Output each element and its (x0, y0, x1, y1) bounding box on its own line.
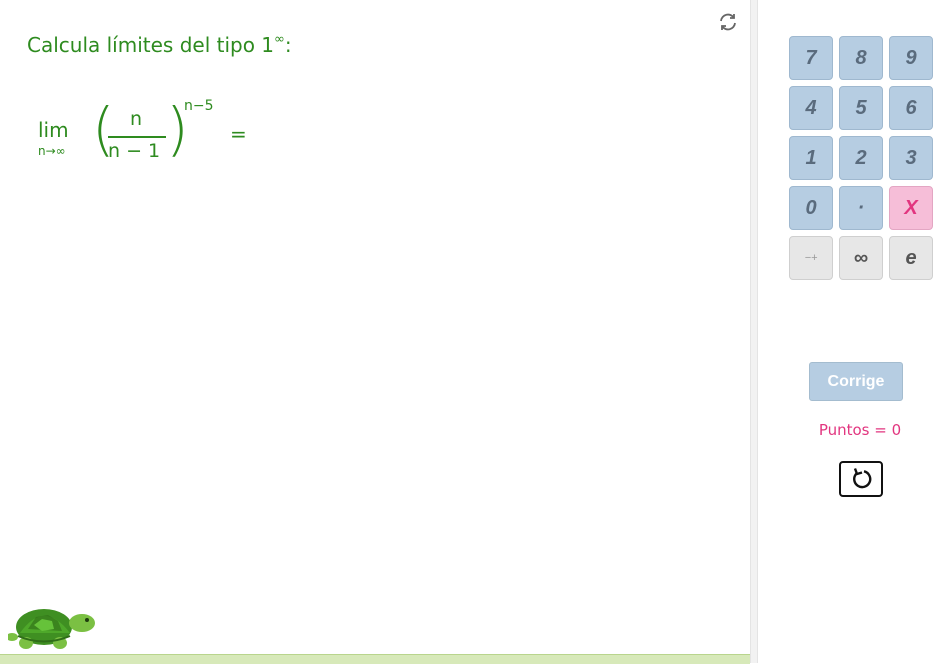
reset-button[interactable] (839, 461, 883, 497)
fraction-bar (108, 136, 166, 138)
exercise-prompt: Calcula límites del tipo 1∞: (27, 32, 292, 57)
lim-operator: lim (38, 118, 69, 142)
fraction-denominator: n − 1 (108, 140, 161, 162)
lim-subscript: n→∞ (38, 144, 66, 158)
turtle-logo (8, 609, 95, 649)
prompt-text: Calcula límites del tipo 1 (27, 33, 275, 57)
prompt-superscript: ∞ (274, 32, 285, 48)
reset-icon (853, 468, 872, 489)
key-8[interactable]: 8 (839, 36, 883, 80)
key-2[interactable]: 2 (839, 136, 883, 180)
key-7[interactable]: 7 (789, 36, 833, 80)
panel-divider[interactable] (750, 0, 758, 663)
key-euler-e[interactable]: e (889, 236, 933, 280)
key-sign[interactable]: −+ (789, 236, 833, 280)
key-3[interactable]: 3 (889, 136, 933, 180)
key-5[interactable]: 5 (839, 86, 883, 130)
key-infinity[interactable]: ∞ (839, 236, 883, 280)
key-6[interactable]: 6 (889, 86, 933, 130)
exercise-panel: Calcula límites del tipo 1∞: lim n→∞ ( n… (0, 0, 750, 664)
key-dot[interactable]: · (839, 186, 883, 230)
key-4[interactable]: 4 (789, 86, 833, 130)
exponent: n−5 (184, 98, 214, 114)
equals-sign: = (230, 122, 247, 146)
refresh-icon[interactable] (716, 10, 740, 34)
key-delete[interactable]: X (889, 186, 933, 230)
check-button[interactable]: Corrige (809, 362, 903, 401)
key-1[interactable]: 1 (789, 136, 833, 180)
key-9[interactable]: 9 (889, 36, 933, 80)
fraction-numerator: n (130, 108, 143, 130)
prompt-suffix: : (284, 33, 292, 57)
score-text: Puntos = 0 (818, 421, 902, 439)
key-0[interactable]: 0 (789, 186, 833, 230)
